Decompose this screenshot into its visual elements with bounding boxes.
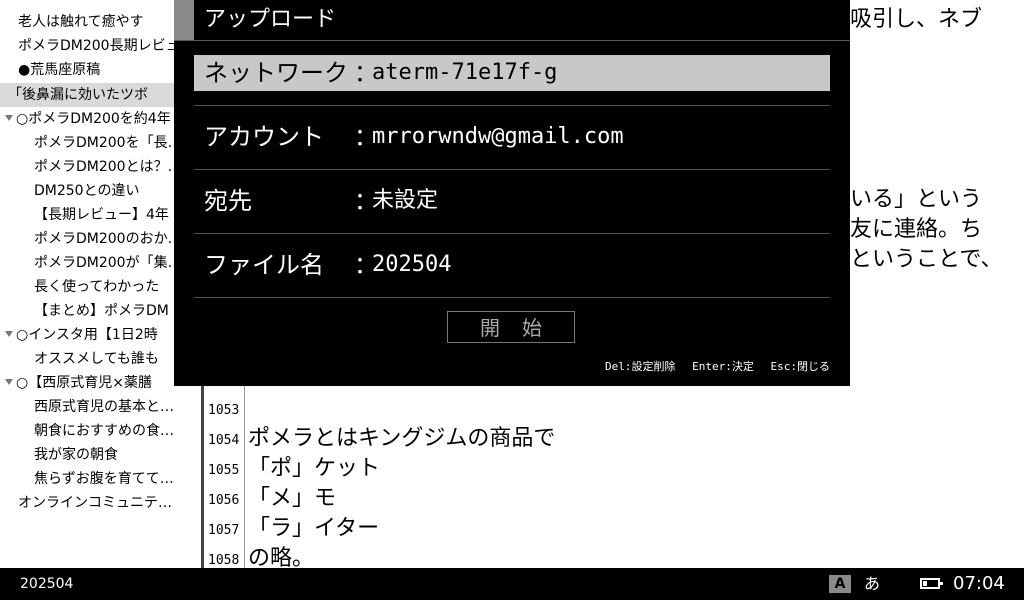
collapse-triangle-icon[interactable]: [5, 331, 13, 337]
outline-item[interactable]: 老人は触れて癒やす: [0, 10, 200, 34]
clock: 07:04: [953, 573, 1005, 594]
outline-item-label: 老人は触れて癒やす: [18, 14, 144, 30]
outline-item-label: ○【西原式育児×薬膳: [16, 375, 152, 391]
outline-item-label: 長く使ってわかった: [34, 279, 160, 295]
field-label: 宛先: [204, 187, 252, 215]
dialog-title: アップロード: [204, 7, 337, 32]
editor-text-fragment: いる」という: [850, 187, 983, 212]
editor-line[interactable]: 「メ」モ: [248, 484, 336, 514]
field-label: ネットワーク: [204, 59, 348, 87]
hint-escape: Esc:閉じる: [770, 360, 831, 373]
outline-item-label: 焦らずお腹を育てて…: [34, 471, 174, 487]
outline-item-label: 我が家の朝食: [34, 447, 118, 463]
battery-icon: [920, 578, 943, 589]
field-label: ファイル名: [204, 251, 324, 279]
outline-item-label: オススメしても誰も: [34, 351, 159, 367]
line-number: 1053: [208, 403, 240, 418]
collapse-triangle-icon[interactable]: [5, 379, 13, 385]
hint-delete: Del:設定削除: [605, 360, 676, 373]
destination-field[interactable]: 宛先：未設定: [194, 169, 830, 234]
outline-item[interactable]: 我が家の朝食: [0, 443, 200, 467]
outline-item-label: DM250との違い: [34, 183, 140, 199]
outline-item[interactable]: 長く使ってわかった: [0, 275, 200, 299]
outline-item[interactable]: オススメしても誰も: [0, 347, 200, 371]
outline-item-label: ポメラDM200のおか…: [34, 231, 182, 247]
editor-text-fragment: ということで、: [850, 247, 1003, 272]
outline-item[interactable]: 焦らずお腹を育てて…: [0, 467, 200, 491]
outline-item[interactable]: 朝食におすすめの食…: [0, 419, 200, 443]
status-bar: 202504 A あ 07:04: [0, 568, 1024, 600]
editor-line[interactable]: の略。: [248, 544, 314, 568]
outline-item[interactable]: ポメラDM200のおか…: [0, 227, 200, 251]
key-hints: Del:設定削除 Enter:決定 Esc:閉じる: [595, 358, 830, 374]
editor-text-fragment: 吸引し、ネブ: [850, 7, 983, 32]
line-number: 1055: [208, 463, 240, 478]
outline-item-label: ●荒馬座原稿: [18, 62, 101, 78]
line-number: 1054: [208, 433, 240, 448]
outline-item-label: 【長期レビュー】4年: [34, 207, 169, 223]
outline-item[interactable]: 「後鼻漏に効いたツボ: [0, 83, 200, 107]
outline-item[interactable]: 西原式育児の基本と…: [0, 395, 200, 419]
field-value: aterm-71e17f-g: [372, 60, 558, 85]
editor-text-fragment: 友に連絡。ち: [850, 217, 983, 242]
outline-item[interactable]: 【長期レビュー】4年: [0, 203, 200, 227]
outline-item[interactable]: 【まとめ】ポメラDM: [0, 299, 200, 323]
filename-field[interactable]: ファイル名： 202504: [194, 233, 830, 298]
outline-item-label: 「後鼻漏に効いたツボ: [8, 87, 148, 103]
outline-item[interactable]: ポメラDM200を「長…: [0, 131, 200, 155]
dialog-accent-bar: [174, 0, 194, 40]
network-field[interactable]: ネットワーク： aterm-71e17f-g: [194, 41, 830, 106]
editor-line[interactable]: 「ポ」ケット: [248, 454, 380, 484]
upload-dialog: アップロード ネットワーク： aterm-71e17f-g アカウント： mrrorw…: [174, 0, 850, 386]
outline-item-label: ポメラDM200長期レビュー: [18, 38, 194, 54]
outline-item-label: ○ポメラDM200を約4年: [16, 111, 171, 127]
outline-item[interactable]: ポメラDM200が「集…: [0, 251, 200, 275]
outline-item[interactable]: オンラインコミュニテ…: [0, 491, 200, 515]
outline-item[interactable]: ●荒馬座原稿: [0, 58, 200, 82]
status-filename: 202504: [20, 576, 74, 592]
field-label: アカウント: [204, 123, 324, 151]
ime-input-label: あ: [864, 574, 881, 593]
outline-item-label: オンラインコミュニテ…: [18, 495, 172, 511]
outline-item[interactable]: ○【西原式育児×薬膳: [0, 371, 200, 395]
ime-mode-icon: A: [829, 575, 851, 593]
field-value: 未設定: [372, 188, 439, 213]
collapse-triangle-icon[interactable]: [5, 115, 13, 121]
outline-item[interactable]: ポメラDM200長期レビュー: [0, 34, 200, 58]
outline-item-label: 朝食におすすめの食…: [34, 423, 174, 439]
outline-item-label: 【まとめ】ポメラDM: [34, 303, 169, 319]
hint-enter: Enter:決定: [692, 360, 754, 373]
outline-item-label: ○インスタ用【1日2時: [16, 327, 158, 343]
outline-item[interactable]: ○ポメラDM200を約4年: [0, 107, 200, 131]
outline-item[interactable]: DM250との違い: [0, 179, 200, 203]
outline-item-label: ポメラDM200を「長…: [34, 135, 182, 151]
outline-item[interactable]: ○インスタ用【1日2時: [0, 323, 200, 347]
editor-line[interactable]: ポメラとはキングジムの商品で: [248, 424, 555, 454]
line-number: 1058: [208, 553, 240, 568]
field-value: 202504: [372, 252, 452, 277]
line-number: 1057: [208, 523, 240, 538]
outline-item-label: ポメラDM200とは？…: [34, 159, 182, 175]
outline-item[interactable]: ポメラDM200とは？…: [0, 155, 200, 179]
field-value: mrrorwndw@gmail.com: [372, 124, 624, 149]
outline-item-label: ポメラDM200が「集…: [34, 255, 182, 271]
line-number: 1056: [208, 493, 240, 508]
start-button[interactable]: 開始: [447, 311, 575, 343]
outline-item-label: 西原式育児の基本と…: [34, 399, 174, 415]
editor-line[interactable]: 「ラ」イター: [248, 514, 379, 544]
account-field[interactable]: アカウント： mrrorwndw@gmail.com: [194, 105, 830, 170]
outline-pane: 老人は触れて癒やすポメラDM200長期レビュー ●荒馬座原稿「後鼻漏に効いたツボ ○…: [0, 0, 200, 568]
